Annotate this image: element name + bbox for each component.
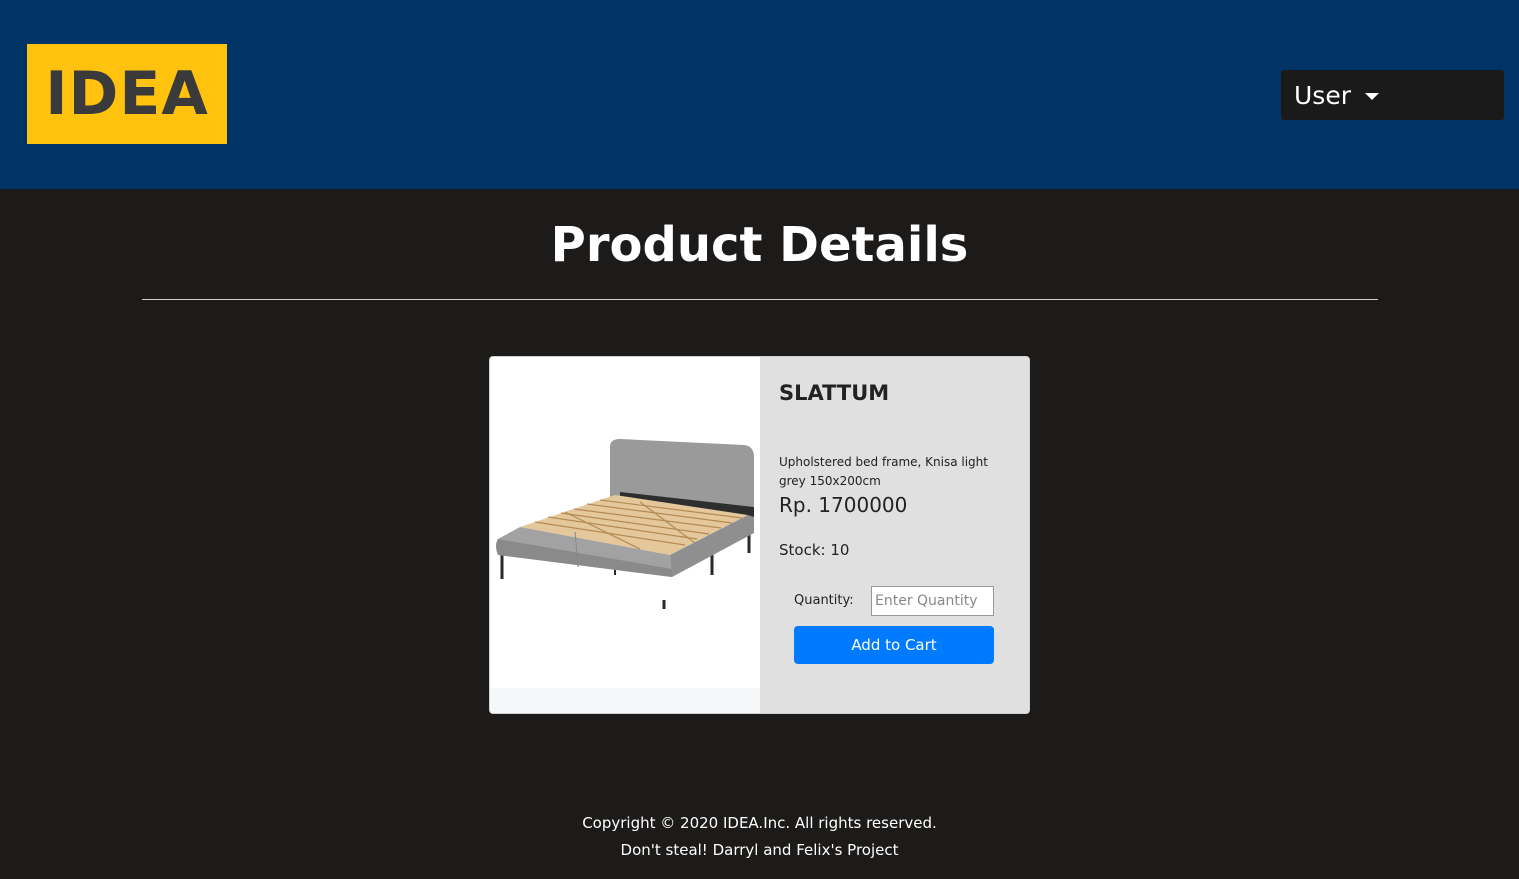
site-footer: Copyright © 2020 IDEA.Inc. All rights re… [0,810,1519,864]
logo[interactable]: IDEA [27,44,227,144]
product-stock: Stock: 10 [779,541,850,559]
bed-frame-image [496,439,754,609]
page-title: Product Details [550,217,969,273]
footer-copyright: Copyright © 2020 IDEA.Inc. All rights re… [582,814,937,832]
product-info: SLATTUM Upholstered bed frame, Knisa lig… [760,357,1029,713]
product-image-footer [490,688,760,713]
add-to-cart-button[interactable]: Add to Cart [794,626,994,664]
user-dropdown-label: User [1294,80,1351,110]
footer-tagline: Don't steal! Darryl and Felix's Project [620,841,899,859]
product-card: SLATTUM Upholstered bed frame, Knisa lig… [489,356,1030,714]
user-dropdown-button[interactable]: User [1281,70,1504,120]
product-description: Upholstered bed frame, Knisa light grey … [779,455,988,488]
logo-text: IDEA [45,59,209,129]
product-name: SLATTUM [779,381,890,405]
title-divider [142,299,1378,300]
caret-down-icon [1364,92,1379,100]
product-price: Rp. 1700000 [779,493,908,517]
site-header: IDEA User [0,0,1519,189]
product-image [490,357,760,688]
quantity-label: Quantity: [794,593,854,608]
quantity-input[interactable] [871,586,994,616]
